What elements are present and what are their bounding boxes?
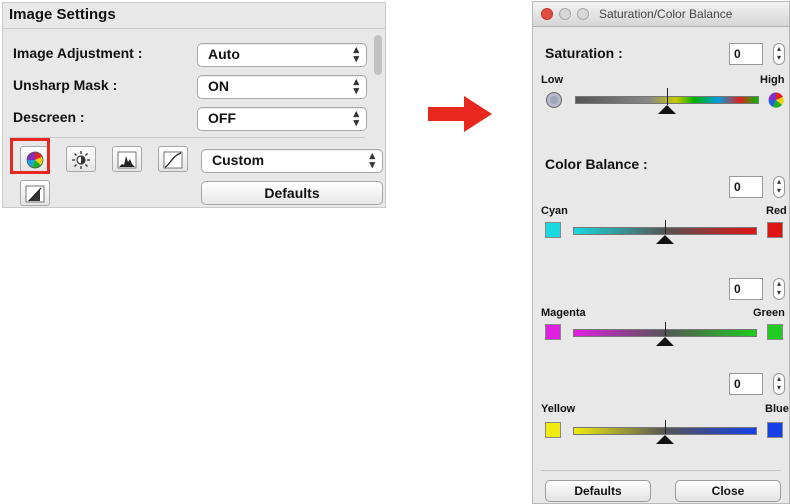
yellow-label: Yellow (541, 403, 576, 415)
cyan-red-stepper[interactable]: ▴ ▾ (773, 176, 785, 198)
red-swatch (767, 222, 783, 238)
green-label: Green (753, 307, 785, 319)
title-divider (3, 28, 385, 29)
yellow-blue-marker-line (665, 420, 666, 434)
image-adjustment-label: Image Adjustment : (13, 45, 143, 61)
highlight-box (10, 138, 50, 174)
blue-label: Blue (765, 403, 789, 415)
saturation-low-label: Low (541, 74, 563, 86)
select-updown-icon: ▴ ▾ (353, 76, 359, 97)
tools-divider (9, 137, 365, 138)
cyan-red-marker-line (665, 220, 666, 234)
defaults-button[interactable]: Defaults (201, 181, 383, 205)
descreen-select[interactable]: OFF ▴ ▾ (197, 107, 367, 131)
window-close-button[interactable]: Close (675, 480, 781, 502)
yellow-blue-value-field[interactable]: 0 (729, 373, 763, 395)
cyan-swatch (545, 222, 561, 238)
threshold-icon (25, 185, 45, 203)
magenta-green-value-field[interactable]: 0 (729, 278, 763, 300)
right-arrow-icon (428, 96, 492, 132)
saturation-marker-line (667, 88, 668, 105)
yellow-swatch (545, 422, 561, 438)
unsharp-mask-select[interactable]: ON ▴ ▾ (197, 75, 367, 99)
tone-curve-icon (163, 151, 183, 169)
saturation-high-label: High (760, 74, 785, 86)
magenta-green-stepper[interactable]: ▴ ▾ (773, 278, 785, 300)
brightness-contrast-icon (72, 151, 90, 169)
magenta-label: Magenta (541, 307, 586, 319)
image-settings-title: Image Settings (9, 6, 116, 23)
tone-settings-select[interactable]: Custom ▴ ▾ (201, 149, 383, 173)
image-adjustment-value: Auto (208, 46, 240, 62)
window-title: Saturation/Color Balance (599, 7, 733, 21)
descreen-value: OFF (208, 110, 236, 126)
unsharp-mask-value: ON (208, 78, 229, 94)
tone-curve-button[interactable] (158, 146, 188, 172)
cyan-red-value-field[interactable]: 0 (729, 176, 763, 198)
green-swatch (767, 324, 783, 340)
saturation-label: Saturation : (545, 45, 623, 61)
low-saturation-icon (546, 92, 562, 108)
saturation-value-field[interactable]: 0 (729, 43, 763, 65)
threshold-button[interactable] (20, 180, 50, 206)
settings-scrollbar[interactable] (373, 33, 383, 135)
yellow-blue-slider-handle[interactable] (656, 435, 674, 444)
magenta-green-slider-handle[interactable] (656, 337, 674, 346)
zoom-window-icon[interactable] (577, 8, 589, 20)
saturation-color-balance-window: Saturation/Color Balance Saturation : 0 … (532, 1, 790, 504)
red-label: Red (766, 205, 787, 217)
descreen-label: Descreen : (13, 109, 85, 125)
high-saturation-icon (768, 92, 784, 108)
tone-settings-value: Custom (212, 152, 265, 168)
magenta-swatch (545, 324, 561, 340)
saturation-slider-handle[interactable] (658, 105, 676, 114)
window-titlebar[interactable]: Saturation/Color Balance (533, 2, 789, 27)
unsharp-mask-label: Unsharp Mask : (13, 77, 118, 93)
yellow-blue-stepper[interactable]: ▴ ▾ (773, 373, 785, 395)
select-updown-icon: ▴ ▾ (353, 44, 359, 65)
histogram-icon (117, 151, 137, 169)
window-defaults-button[interactable]: Defaults (545, 480, 651, 502)
histogram-button[interactable] (112, 146, 142, 172)
brightness-contrast-button[interactable] (66, 146, 96, 172)
color-balance-label: Color Balance : (545, 156, 648, 172)
select-updown-icon: ▴ ▾ (369, 150, 375, 171)
cyan-label: Cyan (541, 205, 568, 217)
bottom-divider (541, 470, 781, 471)
minimize-window-icon[interactable] (559, 8, 571, 20)
cyan-red-slider-handle[interactable] (656, 235, 674, 244)
saturation-stepper[interactable]: ▴ ▾ (773, 43, 785, 65)
image-settings-panel: Image Settings Image Adjustment : Auto ▴… (2, 2, 386, 208)
image-adjustment-select[interactable]: Auto ▴ ▾ (197, 43, 367, 67)
blue-swatch (767, 422, 783, 438)
magenta-green-marker-line (665, 322, 666, 336)
scrollbar-thumb[interactable] (374, 35, 382, 75)
select-updown-icon: ▴ ▾ (353, 108, 359, 129)
close-window-icon[interactable] (541, 8, 553, 20)
